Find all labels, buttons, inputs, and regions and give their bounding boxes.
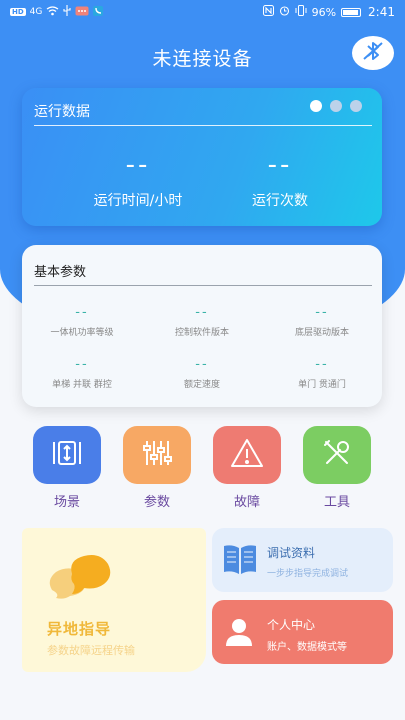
scene-icon bbox=[50, 436, 84, 474]
param-label: 额定速度 bbox=[183, 380, 220, 390]
run-data-card[interactable]: 运行数据 -- 运行时间/小时 -- 运行次数 bbox=[22, 88, 382, 226]
chat-bubble-icon bbox=[44, 552, 116, 616]
run-time-value: -- bbox=[125, 150, 151, 180]
status-bar: HD 4G 96% 2:41 bbox=[0, 0, 405, 24]
divider bbox=[34, 125, 372, 126]
param-power-level: -- 一体机功率等级 bbox=[22, 305, 142, 338]
params-label: 参数 bbox=[143, 495, 170, 510]
personal-center-title: 个人中心 bbox=[267, 618, 316, 632]
battery-percent: 96% bbox=[311, 5, 337, 19]
page-dot-2[interactable] bbox=[330, 100, 342, 112]
run-count-label: 运行次数 bbox=[252, 193, 308, 209]
tools-button[interactable] bbox=[303, 426, 371, 484]
tools-icon bbox=[320, 436, 354, 474]
tools-label: 工具 bbox=[323, 495, 350, 510]
remote-guidance-card[interactable]: 异地指导 参数故障远程传输 bbox=[22, 528, 206, 672]
param-control-software: -- 控制软件版本 bbox=[142, 305, 262, 338]
debug-docs-title: 调试资料 bbox=[267, 546, 316, 560]
param-label: 控制软件版本 bbox=[174, 328, 229, 338]
personal-center-subtitle: 账户、数据模式等 bbox=[267, 642, 347, 653]
param-value: -- bbox=[75, 305, 89, 320]
phone-icon bbox=[93, 5, 104, 19]
basic-params-card: 基本参数 -- 一体机功率等级 -- 控制软件版本 -- 底层驱动版本 -- 单… bbox=[22, 245, 382, 407]
param-door-type: -- 单门 贯通门 bbox=[262, 357, 382, 390]
param-value: -- bbox=[315, 305, 329, 320]
book-icon bbox=[222, 542, 258, 580]
run-data-title: 运行数据 bbox=[34, 104, 90, 120]
nfc-icon bbox=[262, 5, 274, 19]
run-time-label: 运行时间/小时 bbox=[93, 193, 183, 209]
user-icon bbox=[224, 616, 254, 652]
bluetooth-connect-button[interactable] bbox=[352, 36, 394, 70]
warning-icon bbox=[229, 436, 265, 474]
param-label: 单门 贯通门 bbox=[298, 380, 346, 390]
debug-docs-card[interactable]: 调试资料 一步步指导完成调试 bbox=[212, 528, 393, 592]
clock: 2:41 bbox=[368, 5, 395, 19]
scene-label: 场景 bbox=[53, 495, 80, 510]
network-type: 4G bbox=[29, 7, 43, 17]
params-button[interactable] bbox=[123, 426, 191, 484]
scene-button[interactable] bbox=[33, 426, 101, 484]
basic-params-title: 基本参数 bbox=[34, 265, 87, 280]
param-value: -- bbox=[315, 357, 329, 372]
divider bbox=[34, 285, 372, 286]
battery-icon bbox=[341, 7, 362, 17]
param-rated-speed: -- 额定速度 bbox=[142, 357, 262, 390]
page-title: 未连接设备 bbox=[152, 48, 253, 70]
alarm-icon bbox=[279, 5, 290, 19]
param-driver-version: -- 底层驱动版本 bbox=[262, 305, 382, 338]
usb-icon bbox=[63, 5, 71, 19]
param-label: 底层驱动版本 bbox=[294, 328, 349, 338]
debug-docs-subtitle: 一步步指导完成调试 bbox=[267, 569, 349, 579]
page-dot-1[interactable] bbox=[310, 100, 322, 112]
page-indicator[interactable] bbox=[310, 100, 362, 112]
faults-button[interactable] bbox=[213, 426, 281, 484]
sliders-icon bbox=[140, 436, 174, 474]
remote-guidance-title: 异地指导 bbox=[47, 620, 112, 638]
wifi-icon bbox=[46, 5, 59, 19]
vibrate-icon bbox=[295, 5, 307, 19]
hd-badge: HD bbox=[10, 8, 26, 16]
faults-label: 故障 bbox=[233, 495, 260, 510]
page-dot-3[interactable] bbox=[350, 100, 362, 112]
param-value: -- bbox=[195, 305, 209, 320]
personal-center-card[interactable]: 个人中心 账户、数据模式等 bbox=[212, 600, 393, 664]
remote-guidance-subtitle: 参数故障远程传输 bbox=[47, 644, 135, 657]
param-value: -- bbox=[75, 357, 89, 372]
param-value: -- bbox=[195, 357, 209, 372]
param-label: 一体机功率等级 bbox=[50, 328, 114, 338]
param-group-mode: -- 单梯 并联 群控 bbox=[22, 357, 142, 390]
param-label: 单梯 并联 群控 bbox=[52, 380, 112, 390]
run-count-value: -- bbox=[267, 150, 293, 180]
bluetooth-off-icon bbox=[360, 38, 386, 68]
message-icon bbox=[75, 6, 89, 19]
